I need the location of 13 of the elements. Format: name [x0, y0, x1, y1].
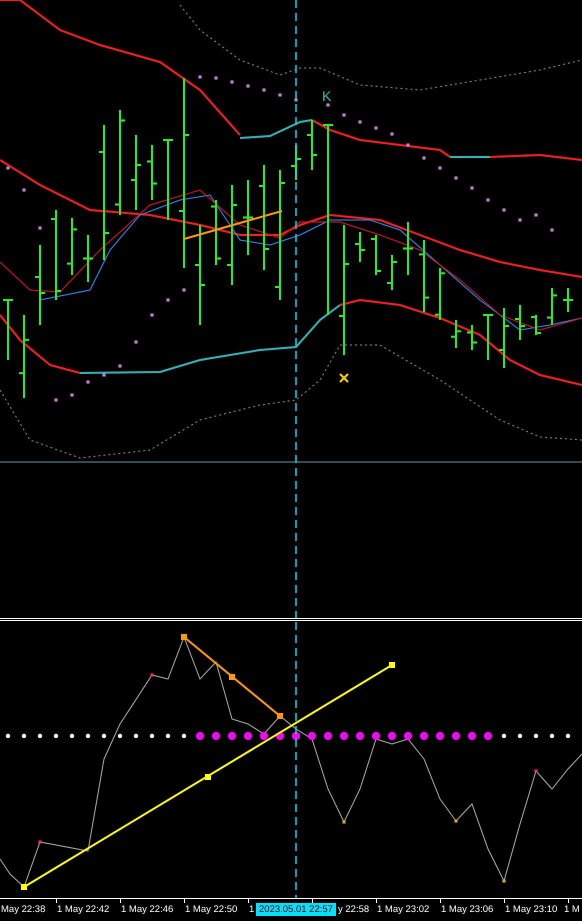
- time-label: 1 May 23:02: [377, 904, 430, 915]
- time-label: 1 May 22:42: [57, 904, 110, 915]
- time-label: 1 May 23:06: [441, 904, 494, 915]
- time-label: May 22:38: [1, 904, 46, 915]
- time-label: 1 May 23:10: [505, 904, 558, 915]
- chart-label: K: [322, 88, 332, 104]
- time-label: 1 May 22:50: [185, 904, 238, 915]
- cross-marker-icon: [339, 373, 349, 383]
- crosshair-time-label: 2023.05.01 22:57: [256, 903, 336, 916]
- time-label: y 22:58: [338, 904, 370, 915]
- time-label: 1: [249, 904, 254, 915]
- time-label: 1 M: [564, 904, 580, 915]
- time-label: 1 May 22:46: [121, 904, 174, 915]
